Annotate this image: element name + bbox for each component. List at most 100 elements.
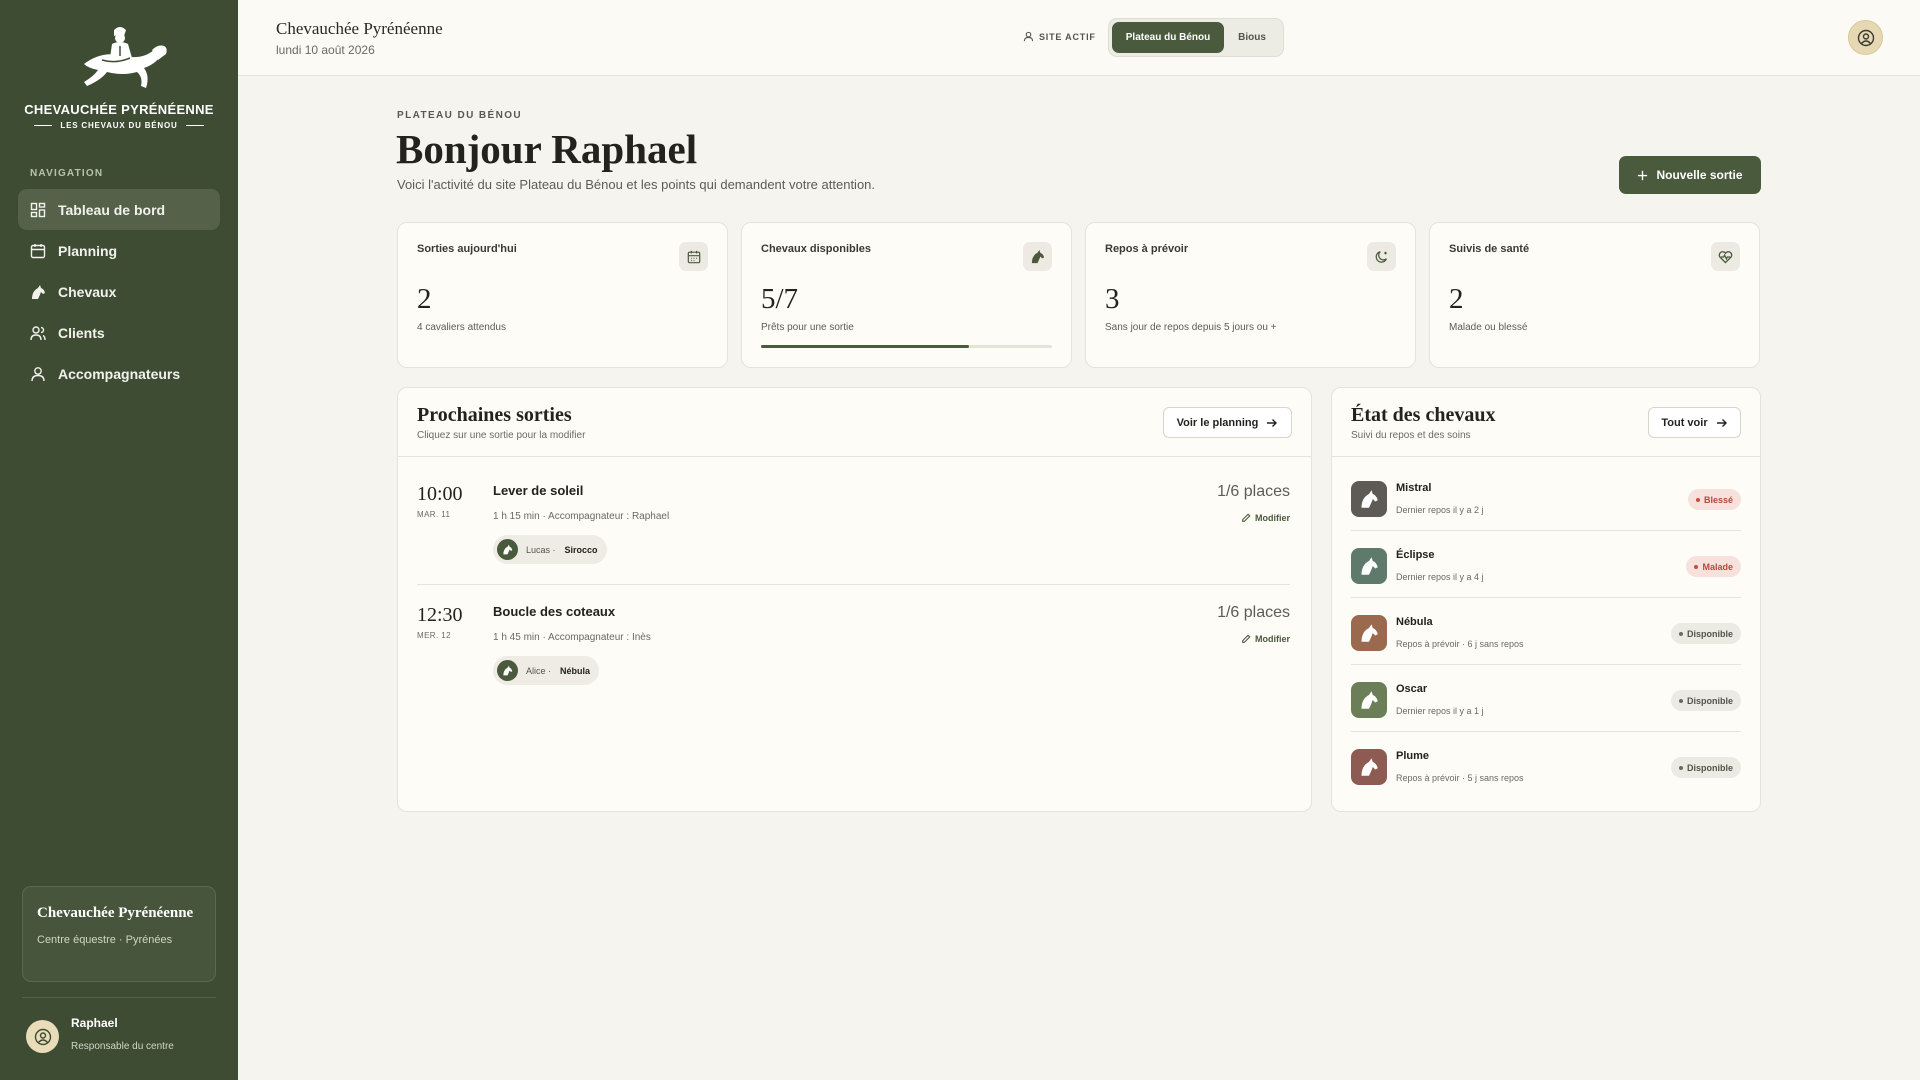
sortie-time: 12:30 <box>417 604 463 626</box>
status-badge: Blessé <box>1687 489 1741 510</box>
site-option-bious[interactable]: Bious <box>1224 22 1280 53</box>
status-dot <box>1678 698 1683 703</box>
account-avatar[interactable] <box>1848 20 1883 55</box>
chevaux-title: État des chevaux <box>1351 404 1496 426</box>
kpi-value: 2 <box>417 283 432 315</box>
page-title: Bonjour Raphael <box>396 126 698 172</box>
sidebar-item-chevaux[interactable]: Chevaux <box>18 271 220 312</box>
horse-meta: Dernier repos il y a 4 j <box>1396 572 1484 582</box>
sorties-title: Prochaines sorties <box>417 404 572 426</box>
edit-sortie-button[interactable]: Modifier <box>1241 513 1290 523</box>
horse-row-nebula[interactable]: Nébula Repos à prévoir · 6 j sans repos … <box>1351 598 1741 665</box>
edit-sortie-button[interactable]: Modifier <box>1241 634 1290 644</box>
status-label: Blessé <box>1703 494 1733 505</box>
kpi-note: Sans jour de repos depuis 5 jours ou + <box>1105 322 1277 333</box>
status-label: Disponible <box>1686 628 1733 639</box>
horse-row-plume[interactable]: Plume Repos à prévoir · 5 j sans repos D… <box>1351 732 1741 799</box>
kpi-value: 3 <box>1105 283 1120 315</box>
status-badge: Disponible <box>1670 690 1741 711</box>
kpi-label: Sorties aujourd'hui <box>417 243 517 255</box>
arrow-right-icon <box>1267 418 1278 427</box>
kpi-value: 5/7 <box>761 283 799 315</box>
pencil-icon <box>1242 634 1251 643</box>
rider-chip: Lucas · Sirocco <box>493 535 607 564</box>
kpi-card-chevaux-disponibles[interactable]: Chevaux disponibles 5/7 Prêts pour une s… <box>741 222 1072 368</box>
horse-avatar <box>1351 548 1387 584</box>
kpi-card-sorties[interactable]: Sorties aujourd'hui 2 4 cavaliers attend… <box>397 222 728 368</box>
sortie-places: 1/6 places <box>1217 483 1290 500</box>
availability-progress-fill <box>761 345 969 348</box>
rider-name: Alice · <box>526 665 552 676</box>
rider-logo-icon <box>84 27 167 88</box>
site-label-text: SITE ACTIF <box>1039 31 1096 42</box>
sidebar-item-accompagnateurs[interactable]: Accompagnateurs <box>18 353 220 394</box>
sidebar-divider <box>22 997 216 998</box>
horse-row-mistral[interactable]: Mistral Dernier repos il y a 2 j Blessé <box>1351 464 1741 531</box>
users-icon <box>30 325 46 341</box>
status-label: Disponible <box>1686 695 1733 706</box>
horse-row-eclipse[interactable]: Éclipse Dernier repos il y a 4 j Malade <box>1351 531 1741 598</box>
logo-subtitle-text: LES CHEVAUX DU BÉNOU <box>60 121 178 130</box>
logo-title: CHEVAUCHÉE PYRÉNÉENNE <box>24 102 214 117</box>
sortie-item[interactable]: 12:30 MER. 12 Boucle des coteaux 1 h 45 … <box>417 604 1290 694</box>
current-user[interactable]: Raphael Responsable du centre <box>26 1016 174 1053</box>
calendar-icon <box>30 243 46 259</box>
sortie-time: 10:00 <box>417 483 463 505</box>
current-date: lundi 10 août 2026 <box>276 43 375 57</box>
site-switcher: Plateau du Bénou Bious <box>1108 18 1284 57</box>
horse-icon <box>1361 557 1378 575</box>
voir-planning-button[interactable]: Voir le planning <box>1163 407 1292 438</box>
sidebar-item-tableau-de-bord[interactable]: Tableau de bord <box>18 189 220 230</box>
new-sortie-button[interactable]: Nouvelle sortie <box>1619 156 1761 194</box>
horse-name: Mistral <box>1396 482 1432 494</box>
sorties-panel: Prochaines sorties Cliquez sur une sorti… <box>397 387 1312 812</box>
voir-planning-label: Voir le planning <box>1176 416 1259 429</box>
panel-divider <box>1332 456 1760 457</box>
site-label: SITE ACTIF <box>1023 31 1096 42</box>
avatar <box>26 1020 59 1053</box>
horse-icon <box>497 539 518 560</box>
horse-icon <box>1023 242 1052 271</box>
kpi-value: 2 <box>1449 283 1464 315</box>
moon-icon <box>1367 242 1396 271</box>
horse-row-oscar[interactable]: Oscar Dernier repos il y a 1 j Disponibl… <box>1351 665 1741 732</box>
logo-subtitle: LES CHEVAUX DU BÉNOU <box>0 121 238 130</box>
horse-meta: Dernier repos il y a 1 j <box>1396 706 1484 716</box>
arrow-right-icon <box>1716 418 1727 427</box>
sortie-name: Boucle des coteaux <box>493 604 616 619</box>
org-name: Chevauchée Pyrénéenne <box>37 905 194 921</box>
site-option-plateau-du-benou[interactable]: Plateau du Bénou <box>1112 22 1224 53</box>
sidebar: CHEVAUCHÉE PYRÉNÉENNE LES CHEVAUX DU BÉN… <box>0 0 238 1080</box>
page-intro: Voici l'activité du site Plateau du Béno… <box>397 177 876 192</box>
kpi-card-repos[interactable]: Repos à prévoir 3 Sans jour de repos dep… <box>1085 222 1416 368</box>
brand-logo[interactable]: CHEVAUCHÉE PYRÉNÉENNE LES CHEVAUX DU BÉN… <box>0 24 238 130</box>
status-badge: Disponible <box>1670 623 1741 644</box>
horse-name: Oscar <box>1396 683 1428 695</box>
sortie-date: MER. 12 <box>417 631 451 640</box>
kpi-label: Chevaux disponibles <box>761 243 872 255</box>
site-eyebrow: PLATEAU DU BÉNOU <box>397 110 522 121</box>
user-name: Raphael <box>71 1016 118 1030</box>
sidebar-item-clients[interactable]: Clients <box>18 312 220 353</box>
horse-name: Sirocco <box>564 544 598 555</box>
horse-meta: Repos à prévoir · 6 j sans repos <box>1396 639 1524 649</box>
rider-name: Lucas · <box>526 544 556 555</box>
user-icon <box>1023 31 1034 42</box>
sortie-date: MAR. 11 <box>417 510 451 519</box>
sortie-item[interactable]: 10:00 MAR. 11 Lever de soleil 1 h 15 min… <box>417 483 1290 573</box>
sidebar-item-label: Planning <box>58 242 118 259</box>
kpi-label: Suivis de santé <box>1449 243 1530 255</box>
logo-rule-left <box>34 125 53 126</box>
panel-divider <box>398 456 1311 457</box>
user-icon <box>30 366 46 382</box>
horse-meta: Repos à prévoir · 5 j sans repos <box>1396 773 1524 783</box>
sidebar-item-planning[interactable]: Planning <box>18 230 220 271</box>
status-badge: Disponible <box>1670 757 1741 778</box>
kpi-label: Repos à prévoir <box>1105 243 1189 255</box>
sortie-meta: 1 h 45 min · Accompagnateur : Inès <box>493 632 651 643</box>
kpi-card-sante[interactable]: Suivis de santé 2 Malade ou blessé <box>1429 222 1760 368</box>
status-label: Disponible <box>1686 762 1733 773</box>
tout-voir-button[interactable]: Tout voir <box>1648 407 1741 438</box>
sortie-meta: 1 h 15 min · Accompagnateur : Raphael <box>493 511 670 522</box>
tout-voir-label: Tout voir <box>1661 416 1708 429</box>
